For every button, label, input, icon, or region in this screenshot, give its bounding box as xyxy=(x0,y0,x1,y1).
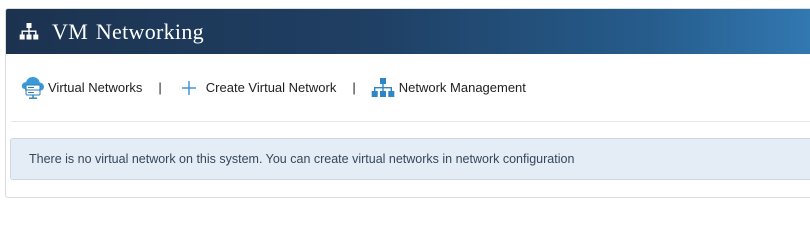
empty-state-notice: There is no virtual network on this syst… xyxy=(10,138,810,180)
toolbar-separator: | xyxy=(352,80,356,95)
toolbar: Virtual Networks | Create Virtual Networ… xyxy=(11,54,810,122)
plus-icon xyxy=(181,80,197,96)
network-management-label: Network Management xyxy=(398,80,526,95)
notice-message: There is no virtual network on this syst… xyxy=(29,152,575,166)
cloud-server-icon xyxy=(20,75,46,101)
create-virtual-network-button[interactable]: Create Virtual Network xyxy=(177,80,337,96)
toolbar-separator: | xyxy=(158,80,162,95)
create-virtual-network-label: Create Virtual Network xyxy=(205,80,337,95)
panel-header: VM Networking xyxy=(6,9,810,54)
virtual-networks-label: Virtual Networks xyxy=(48,80,143,95)
network-tree-icon xyxy=(371,77,395,99)
page-title: VM Networking xyxy=(52,18,204,44)
virtual-networks-button[interactable]: Virtual Networks xyxy=(20,75,142,101)
vm-networking-panel: VM Networking Virtual Networks | Create … xyxy=(5,8,810,198)
network-management-button[interactable]: Network Management xyxy=(371,77,526,99)
network-tree-icon xyxy=(18,21,40,43)
